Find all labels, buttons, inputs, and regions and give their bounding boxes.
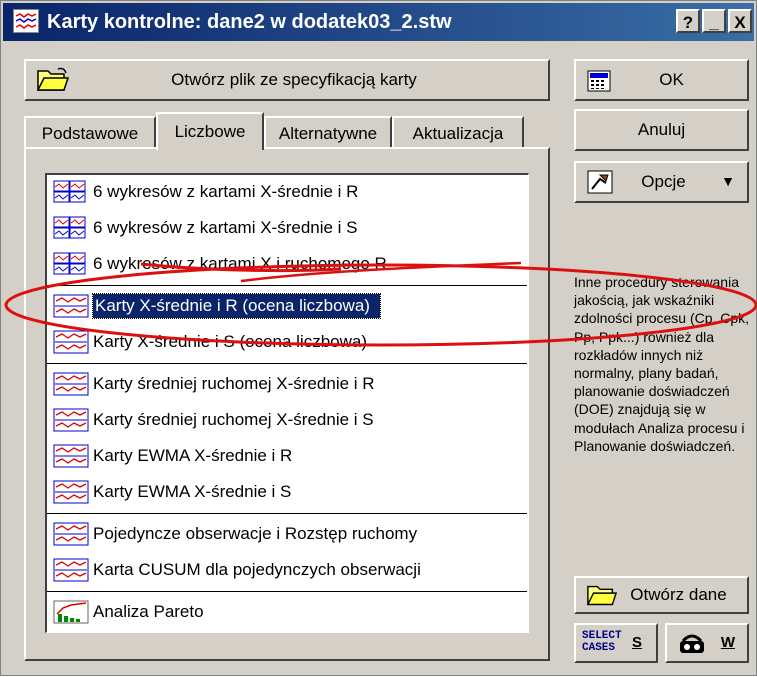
- list-separator: [47, 285, 527, 286]
- multi-chart-icon: [53, 252, 86, 275]
- list-item[interactable]: Karta CUSUM dla pojedynczych obserwacji: [53, 555, 523, 585]
- multi-chart-icon: [53, 216, 86, 239]
- cancel-button[interactable]: Anuluj: [574, 109, 749, 151]
- select-cases-button[interactable]: SELECT CASES S: [574, 623, 658, 663]
- cancel-label: Anuluj: [637, 120, 686, 139]
- dialog-window: Karty kontrolne: dane2 w dodatek03_2.stw…: [0, 0, 757, 676]
- item-label: Analiza Pareto: [93, 602, 204, 621]
- weights-key: W: [720, 634, 735, 651]
- list-item-selected[interactable]: Karty X-średnie i R (ocena liczbowa): [53, 291, 523, 321]
- tab-alternatywne[interactable]: Alternatywne: [264, 116, 392, 149]
- window-title: Karty kontrolne: dane2 w dodatek03_2.stw: [47, 11, 452, 33]
- options-button[interactable]: Opcje ▼: [574, 161, 749, 203]
- open-spec-button[interactable]: Otwórz plik ze specyfikacją karty: [24, 59, 550, 101]
- multi-chart-icon: [53, 180, 86, 203]
- title-bar: Karty kontrolne: dane2 w dodatek03_2.stw…: [3, 3, 754, 41]
- control-chart-icon: [53, 330, 89, 354]
- item-label: 6 wykresów z kartami X-średnie i R: [93, 182, 359, 201]
- app-icon: [13, 9, 39, 33]
- tab-podstawowe[interactable]: Podstawowe: [24, 116, 156, 149]
- control-chart-icon: [53, 408, 89, 432]
- control-chart-icon: [53, 372, 89, 396]
- open-data-label: Otwórz dane: [630, 585, 727, 604]
- list-separator: [47, 513, 527, 514]
- list-separator: [47, 591, 527, 592]
- options-icon: [587, 170, 613, 194]
- item-label: 6 wykresów z kartami X i ruchomego R: [93, 254, 387, 273]
- control-chart-icon: [53, 558, 89, 582]
- weight-icon: [680, 634, 704, 653]
- info-text: Inne procedury sterowania jakością, jak …: [574, 274, 750, 454]
- item-label: Karty X-średnie i S (ocena liczbowa): [93, 332, 368, 351]
- select-cases-line2: CASES: [582, 642, 616, 654]
- control-chart-icon: [53, 444, 89, 468]
- analysis-list[interactable]: 6 wykresów z kartami X-średnie i R 6 wyk…: [45, 173, 529, 633]
- list-item[interactable]: Karty EWMA X-średnie i R: [53, 441, 523, 471]
- item-label: Karty EWMA X-średnie i R: [93, 446, 293, 465]
- list-item[interactable]: Pojedyncze obserwacje i Rozstęp ruchomy: [53, 519, 523, 549]
- list-item[interactable]: Karty średniej ruchomej X-średnie i R: [53, 369, 523, 399]
- pareto-chart-icon: [53, 600, 89, 624]
- list-item[interactable]: Analiza Pareto: [53, 597, 523, 627]
- open-spec-label: Otwórz plik ze specyfikacją karty: [171, 70, 417, 89]
- tab-label: Alternatywne: [278, 123, 378, 143]
- open-folder-icon: [586, 585, 618, 606]
- close-button[interactable]: X: [728, 9, 752, 33]
- ok-label: OK: [659, 70, 684, 89]
- tab-aktualizacja[interactable]: Aktualizacja: [392, 116, 524, 149]
- list-separator: [47, 363, 527, 364]
- list-item[interactable]: 6 wykresów z kartami X-średnie i S: [53, 213, 523, 243]
- tab-label: Podstawowe: [41, 123, 139, 143]
- item-label: Karty średniej ruchomej X-średnie i S: [93, 410, 374, 429]
- open-data-button[interactable]: Otwórz dane: [574, 576, 749, 614]
- open-folder-icon: [36, 67, 70, 91]
- select-cases-line1: SELECT: [582, 630, 622, 642]
- control-chart-icon: [53, 480, 89, 504]
- item-label: Karta CUSUM dla pojedynczych obserwacji: [93, 560, 421, 579]
- item-label: Karty średniej ruchomej X-średnie i R: [93, 374, 375, 393]
- item-label: Pojedyncze obserwacje i Rozstęp ruchomy: [93, 524, 418, 543]
- chevron-down-icon: ▼: [721, 173, 735, 189]
- control-chart-icon: [53, 294, 89, 318]
- options-label: Opcje: [641, 172, 686, 191]
- list-item[interactable]: 6 wykresów z kartami X i ruchomego R: [53, 249, 523, 279]
- select-cases-key: S: [631, 634, 642, 651]
- item-label: 6 wykresów z kartami X-średnie i S: [93, 218, 358, 237]
- tab-label: Aktualizacja: [412, 123, 504, 143]
- control-chart-icon: [53, 522, 89, 546]
- list-item[interactable]: 6 wykresów z kartami X-średnie i R: [53, 177, 523, 207]
- ok-button[interactable]: OK: [574, 59, 749, 101]
- item-label: Karty EWMA X-średnie i S: [93, 482, 292, 501]
- calculator-icon: [587, 70, 611, 92]
- list-item[interactable]: Karty średniej ruchomej X-średnie i S: [53, 405, 523, 435]
- weights-button[interactable]: W: [665, 623, 749, 663]
- list-item[interactable]: Karty X-średnie i S (ocena liczbowa): [53, 327, 523, 357]
- select-cases-icon: SELECT CASES: [582, 630, 622, 654]
- list-item[interactable]: Karty EWMA X-średnie i S: [53, 477, 523, 507]
- minimize-button[interactable]: _: [702, 9, 726, 33]
- item-label: Karty X-średnie i R (ocena liczbowa): [92, 293, 381, 319]
- help-button[interactable]: ?: [676, 9, 700, 33]
- tab-liczbowe[interactable]: Liczbowe: [156, 112, 264, 150]
- tab-label: Liczbowe: [174, 122, 246, 141]
